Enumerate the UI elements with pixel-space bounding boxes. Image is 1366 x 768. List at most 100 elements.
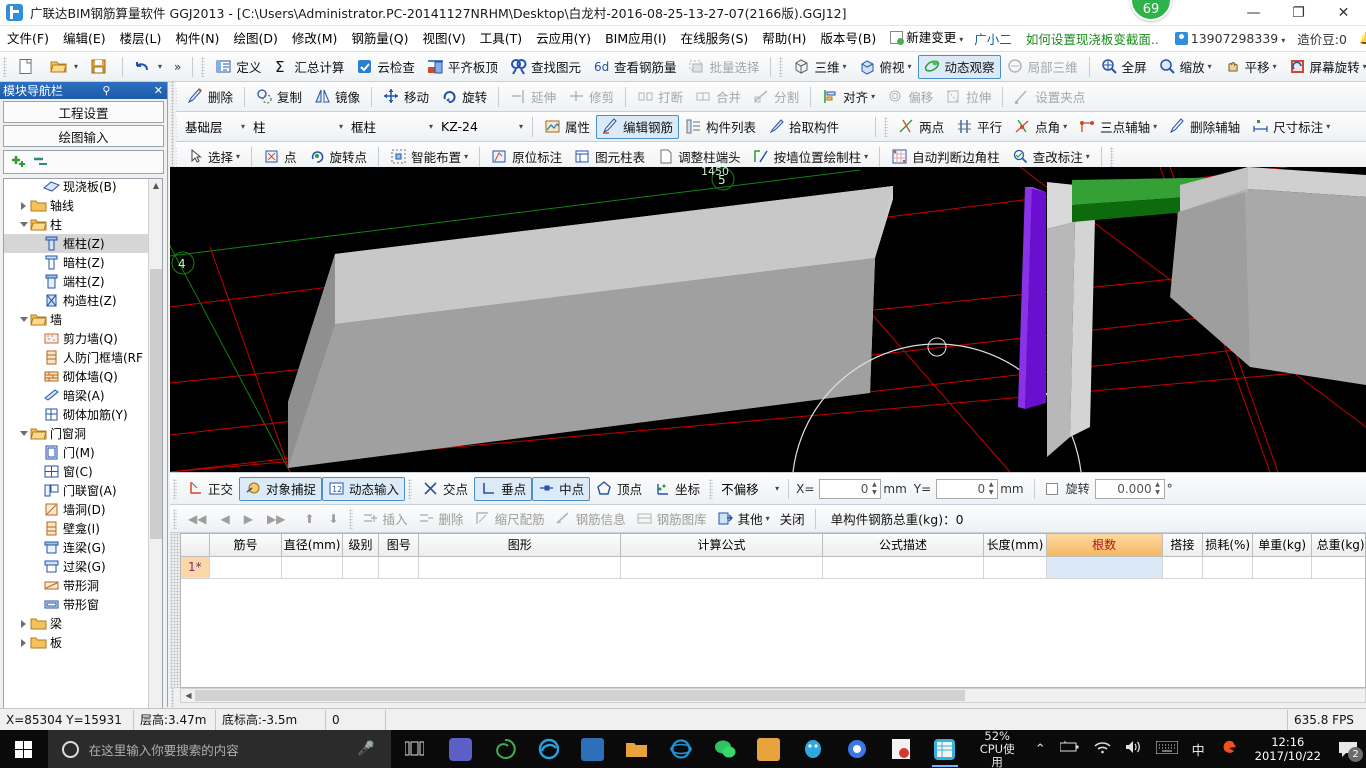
tree-group-opening[interactable]: 门窗洞 [4, 424, 150, 443]
rotate-input[interactable]: 0.000 ▲ ▼ [1094, 478, 1165, 499]
move-button[interactable]: 移动 [377, 85, 435, 109]
ime-indicator[interactable]: 中 [1185, 740, 1212, 759]
cell-lap[interactable] [1162, 556, 1204, 579]
start-button[interactable] [0, 730, 48, 768]
tree-item-structural-column[interactable]: 构造柱(Z) [4, 291, 150, 310]
volume-icon[interactable] [1118, 740, 1149, 758]
account-phone[interactable]: 13907298339 ▾ [1169, 31, 1292, 46]
element-column-table-button[interactable]: 图元柱表 [568, 145, 651, 169]
grid-gripper[interactable] [170, 533, 180, 688]
rotate-button[interactable]: 旋转 [435, 85, 493, 109]
toolbar-gripper[interactable] [779, 56, 784, 77]
table-row[interactable]: 1* [181, 556, 1365, 579]
object-snap-toggle[interactable]: 对象捕捉 [239, 476, 323, 501]
tree-item-masonry-reinforcement[interactable]: 砌体加筋(Y) [4, 405, 150, 424]
rebar-info-button[interactable]: 钢筋信息 [550, 508, 631, 530]
break-button[interactable]: 打断 [631, 85, 689, 109]
undo-button[interactable]: ▾ [128, 55, 168, 79]
mirror-button[interactable]: 镜像 [308, 85, 366, 109]
toolbar-gripper[interactable] [173, 508, 177, 529]
rebar-grid[interactable]: 筋号 直径(mm) 级别 图号 图形 计算公式 公式描述 长度(mm) 根数 搭… [180, 533, 1366, 688]
project-settings-button[interactable]: 工程设置 [3, 101, 164, 123]
merge-button[interactable]: 合并 [689, 85, 747, 109]
member-select[interactable]: KZ-24 ▾ [437, 117, 527, 137]
find-element-button[interactable]: 查找图元 [504, 55, 587, 79]
align-slab-button[interactable]: 平齐板顶 [421, 55, 504, 79]
partial-3d-button[interactable]: 局部三维 [1001, 55, 1084, 79]
app-edge-icon[interactable] [527, 730, 571, 768]
notification-center-button[interactable]: 2 [1331, 730, 1366, 768]
tray-expand-icon[interactable]: ⌃ [1028, 742, 1053, 757]
toolbar-gripper[interactable] [709, 478, 714, 499]
cell-shape[interactable] [418, 556, 622, 579]
menu-file[interactable]: 文件(F) [0, 26, 56, 52]
category-select[interactable]: 柱 ▾ [249, 117, 347, 137]
chevron-right-icon[interactable] [17, 614, 30, 633]
toolbar-gripper[interactable] [173, 478, 177, 499]
rotate-checkbox[interactable] [1045, 482, 1058, 495]
orbit-button[interactable]: 动态观察 [917, 54, 1001, 79]
drawing-input-button[interactable]: 绘图输入 [3, 125, 164, 147]
floor-select[interactable]: 基础层 ▾ [181, 117, 249, 137]
delete-row-button[interactable]: 删除 [413, 508, 469, 530]
delete-button[interactable]: 删除 [181, 85, 239, 109]
menu-online-service[interactable]: 在线服务(S) [674, 26, 756, 52]
menu-view[interactable]: 视图(V) [415, 26, 472, 52]
split-button[interactable]: 分割 [747, 85, 805, 109]
tree-group-beam[interactable]: 梁 [4, 614, 150, 633]
taskbar-clock[interactable]: 12:16 2017/10/22 [1245, 735, 1331, 763]
cpu-usage-widget[interactable]: 52% CPU使用 [967, 729, 1028, 768]
expand-all-icon[interactable] [10, 153, 32, 171]
dynamic-input-toggle[interactable]: 12 动态输入 [322, 476, 406, 501]
cloud-check-button[interactable]: 云检查 [350, 55, 421, 79]
select-tool-button[interactable]: 选择 ▾ [181, 145, 246, 169]
scale-rebar-button[interactable]: 缩尺配筋 [469, 508, 550, 530]
auto-corner-column-button[interactable]: 自动判断边角柱 [885, 145, 1006, 169]
adjust-column-end-button[interactable]: 调整柱端头 [651, 145, 747, 169]
tree-item-coupling-beam[interactable]: 连梁(G) [4, 538, 150, 557]
minimize-button[interactable]: — [1231, 0, 1276, 26]
task-view-button[interactable] [391, 730, 439, 768]
scroll-thumb[interactable] [195, 690, 965, 701]
save-button[interactable] [84, 55, 117, 79]
col-header-formula[interactable]: 计算公式 [620, 534, 823, 557]
keyboard-icon[interactable] [1149, 740, 1185, 758]
col-header-unit-weight[interactable]: 单重(kg) [1252, 534, 1312, 557]
component-list-button[interactable]: 构件列表 [679, 115, 762, 139]
set-grip-button[interactable]: 设置夹点 [1008, 85, 1091, 109]
new-change-button[interactable]: 新建变更 ▾ [883, 25, 970, 53]
tree-group-slab[interactable]: 板 [4, 633, 150, 652]
search-box[interactable]: 在这里输入你要搜索的内容 🎤 [47, 730, 391, 768]
stretch-button[interactable]: 拉伸 [939, 85, 997, 109]
tree-item-strip-hole[interactable]: 带形洞 [4, 576, 150, 595]
cell-diameter[interactable] [281, 556, 343, 579]
microphone-icon[interactable]: 🎤 [357, 741, 374, 757]
tree-item-shear-wall-2[interactable]: 剪力墙(Q) [4, 329, 150, 348]
menu-floor[interactable]: 楼层(L) [113, 26, 169, 52]
pin-icon[interactable]: ⚲ [98, 84, 114, 97]
col-header-length[interactable]: 长度(mm) [983, 534, 1047, 557]
tree-item-masonry-wall[interactable]: 砌体墙(Q) [4, 367, 150, 386]
menu-modify[interactable]: 修改(M) [285, 26, 345, 52]
tree-item-civil-defense-wall[interactable]: 人防门框墙(RF [4, 348, 150, 367]
batch-select-button[interactable]: 批量选择 [682, 55, 765, 79]
spinner-arrows-icon[interactable]: ▲ ▼ [870, 481, 878, 497]
insert-row-button[interactable]: 插入 [357, 508, 413, 530]
col-header-formula-desc[interactable]: 公式描述 [822, 534, 985, 557]
nav-down-button[interactable]: ⬇ [321, 512, 345, 526]
coordinate-snap[interactable]: 坐标 [648, 477, 706, 501]
menu-tools[interactable]: 工具(T) [473, 26, 529, 52]
toolbar-gripper[interactable] [3, 56, 7, 77]
tree-item-hidden-beam[interactable]: 暗梁(A) [4, 386, 150, 405]
app-wechat-icon[interactable] [703, 730, 747, 768]
tree-group-wall[interactable]: 墙 [4, 310, 150, 329]
tree-item-end-column[interactable]: 端柱(Z) [4, 272, 150, 291]
nav-prev-button[interactable]: ◀ [213, 512, 236, 526]
3d-viewport[interactable]: 4 5 1450 [170, 167, 1366, 472]
dimension-button[interactable]: 尺寸标注 ▾ [1246, 115, 1336, 139]
col-header-rownum[interactable] [181, 534, 210, 557]
tree-item-window[interactable]: 窗(C) [4, 462, 150, 481]
col-header-diameter[interactable]: 直径(mm) [281, 534, 343, 557]
offset-button[interactable]: 偏移 [881, 85, 939, 109]
col-header-lap[interactable]: 搭接 [1162, 534, 1204, 557]
